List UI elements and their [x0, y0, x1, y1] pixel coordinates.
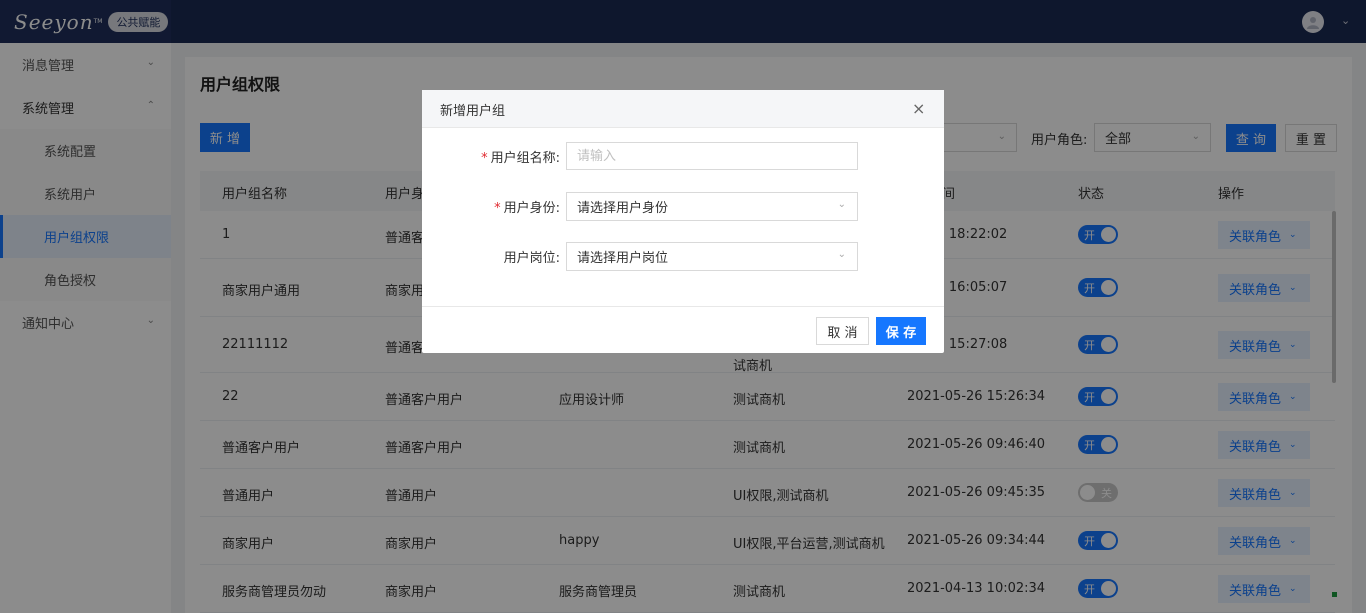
identity-label-text: 用户身份:	[503, 201, 560, 216]
close-icon[interactable]: ×	[912, 99, 925, 118]
required-mark: *	[481, 151, 488, 166]
chevron-down-icon: ⌄	[837, 199, 846, 210]
required-mark: *	[494, 201, 501, 216]
position-select[interactable]: 请选择用户岗位 ⌄	[566, 242, 858, 271]
identity-select-value: 请选择用户身份	[577, 201, 669, 216]
identity-label: * 用户身份:	[494, 197, 560, 216]
modal-title: 新增用户组	[440, 104, 506, 119]
group-name-input[interactable]	[566, 142, 858, 170]
position-label-text: 用户岗位:	[503, 251, 560, 266]
cancel-button[interactable]: 取 消	[816, 317, 869, 345]
group-name-label: * 用户组名称:	[481, 147, 560, 166]
chevron-down-icon: ⌄	[837, 249, 846, 260]
modal-header: 新增用户组 ×	[422, 90, 944, 128]
group-name-label-text: 用户组名称:	[490, 151, 560, 166]
modal-footer: 取 消 保 存	[422, 306, 944, 353]
save-button[interactable]: 保 存	[876, 317, 926, 345]
position-select-value: 请选择用户岗位	[577, 251, 669, 266]
position-label: 用户岗位:	[504, 247, 560, 266]
add-user-group-modal: 新增用户组 × *用户组名称: *用户身份: 请选择用户身份 ⌄ 用户岗位: 请…	[422, 90, 944, 353]
identity-select[interactable]: 请选择用户身份 ⌄	[566, 192, 858, 221]
